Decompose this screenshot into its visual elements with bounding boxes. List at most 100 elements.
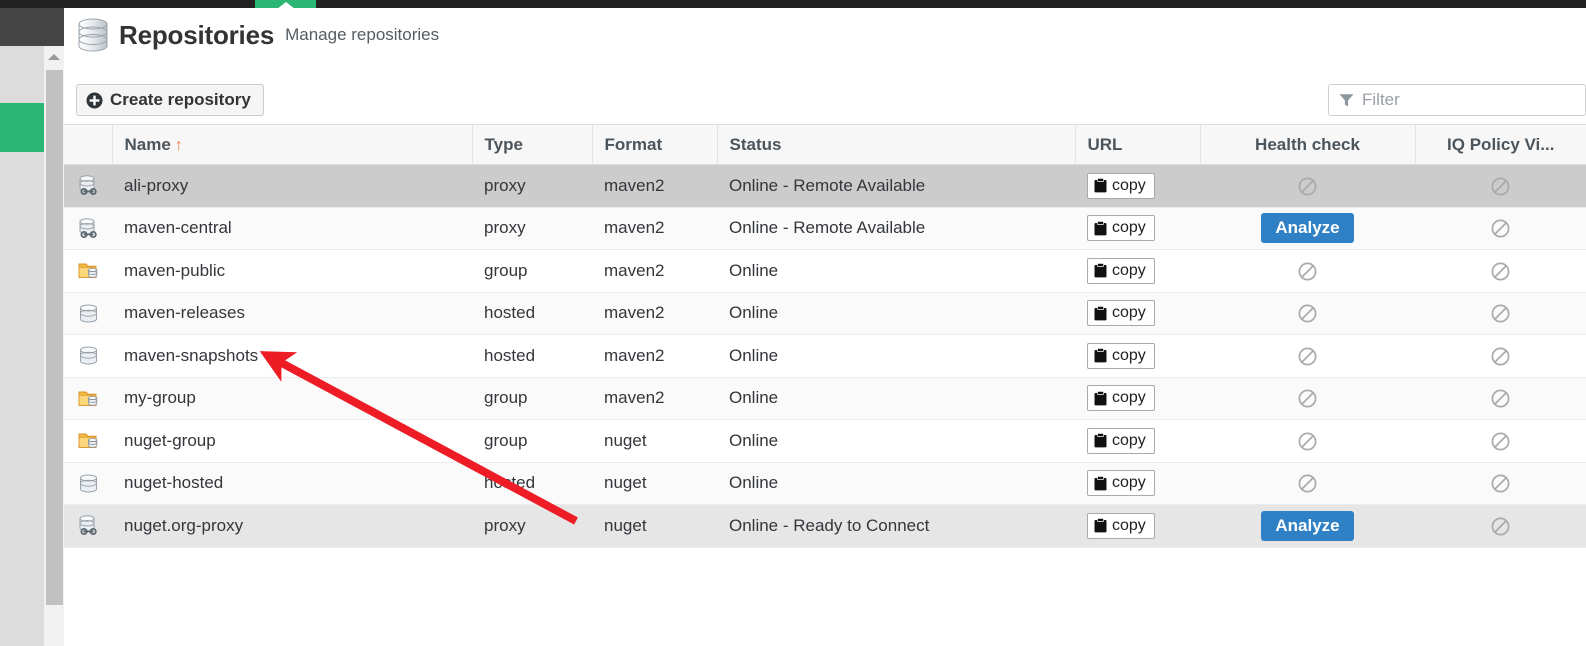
- repository-type-icon-cell: [64, 165, 112, 208]
- cell-url: copy: [1075, 462, 1200, 505]
- cell-name[interactable]: maven-public: [112, 250, 472, 293]
- repository-type-icon-cell: [64, 292, 112, 335]
- not-available-icon: [1298, 474, 1317, 493]
- cell-status: Online: [717, 250, 1075, 293]
- page-title: Repositories: [119, 22, 274, 48]
- repo-hosted-icon: [78, 473, 99, 494]
- repository-type-icon-cell: [64, 377, 112, 420]
- repositories-table: Name↑ Type Format Status URL Health chec…: [64, 124, 1586, 548]
- table-row[interactable]: maven-publicgroupmaven2Onlinecopy: [64, 250, 1586, 293]
- clipboard-icon: [1094, 476, 1107, 491]
- cell-format: maven2: [592, 292, 717, 335]
- cell-iq-policy-violations: [1415, 165, 1586, 208]
- copy-url-button[interactable]: copy: [1087, 173, 1155, 199]
- database-icon: [78, 18, 108, 52]
- cell-name[interactable]: nuget-group: [112, 420, 472, 463]
- cell-format: nuget: [592, 505, 717, 548]
- clipboard-icon: [1094, 348, 1107, 363]
- clipboard-icon: [1094, 518, 1107, 533]
- clipboard-icon: [1094, 433, 1107, 448]
- column-header-name[interactable]: Name↑: [112, 125, 472, 165]
- not-available-icon: [1491, 177, 1510, 196]
- sidebar-active-item[interactable]: [0, 103, 44, 152]
- not-available-icon: [1491, 262, 1510, 281]
- cell-name[interactable]: nuget-hosted: [112, 462, 472, 505]
- repository-type-icon-cell: [64, 462, 112, 505]
- cell-status: Online - Remote Available: [717, 165, 1075, 208]
- column-header-format[interactable]: Format: [592, 125, 717, 165]
- column-header-type[interactable]: Type: [472, 125, 592, 165]
- table-row[interactable]: nuget.org-proxyproxynugetOnline - Ready …: [64, 505, 1586, 548]
- copy-url-button[interactable]: copy: [1087, 470, 1155, 496]
- cell-iq-policy-violations: [1415, 292, 1586, 335]
- column-header-icon: [64, 125, 112, 165]
- cell-name[interactable]: nuget.org-proxy: [112, 505, 472, 548]
- scroll-up-arrow-icon[interactable]: [48, 54, 60, 60]
- not-available-icon: [1491, 389, 1510, 408]
- cell-url: copy: [1075, 335, 1200, 378]
- column-header-status[interactable]: Status: [717, 125, 1075, 165]
- cell-name[interactable]: maven-central: [112, 207, 472, 250]
- repo-proxy-icon: [78, 175, 99, 196]
- column-header-iq-policy-violations[interactable]: IQ Policy Vi...: [1415, 125, 1586, 165]
- cell-status: Online: [717, 292, 1075, 335]
- table-row[interactable]: nuget-hostedhostednugetOnlinecopy: [64, 462, 1586, 505]
- copy-url-button[interactable]: copy: [1087, 343, 1155, 369]
- not-available-icon: [1491, 347, 1510, 366]
- cell-health-check: Analyze: [1200, 207, 1415, 250]
- funnel-icon: [1339, 93, 1354, 108]
- not-available-icon: [1491, 219, 1510, 238]
- not-available-icon: [1298, 304, 1317, 323]
- copy-url-button[interactable]: copy: [1087, 513, 1155, 539]
- analyze-button[interactable]: Analyze: [1261, 511, 1353, 541]
- cell-health-check: [1200, 377, 1415, 420]
- not-available-icon: [1298, 177, 1317, 196]
- toolbar: Create repository: [64, 76, 1586, 124]
- copy-url-label: copy: [1112, 262, 1146, 280]
- cell-type: proxy: [472, 165, 592, 208]
- cell-name[interactable]: maven-snapshots: [112, 335, 472, 378]
- cell-iq-policy-violations: [1415, 505, 1586, 548]
- cell-url: copy: [1075, 420, 1200, 463]
- cell-name[interactable]: my-group: [112, 377, 472, 420]
- cell-health-check: [1200, 250, 1415, 293]
- table-row[interactable]: maven-releaseshostedmaven2Onlinecopy: [64, 292, 1586, 335]
- column-header-url[interactable]: URL: [1075, 125, 1200, 165]
- copy-url-button[interactable]: copy: [1087, 215, 1155, 241]
- cell-name[interactable]: maven-releases: [112, 292, 472, 335]
- filter-box[interactable]: [1328, 84, 1586, 116]
- app-window: Repositories Manage repositories Create …: [0, 0, 1586, 646]
- copy-url-button[interactable]: copy: [1087, 385, 1155, 411]
- cell-iq-policy-violations: [1415, 377, 1586, 420]
- table-row[interactable]: maven-centralproxymaven2Online - Remote …: [64, 207, 1586, 250]
- left-sidebar-rail[interactable]: [0, 46, 44, 646]
- cell-status: Online - Remote Available: [717, 207, 1075, 250]
- not-available-icon: [1491, 304, 1510, 323]
- copy-url-button[interactable]: copy: [1087, 428, 1155, 454]
- table-row[interactable]: maven-snapshotshostedmaven2Onlinecopy: [64, 335, 1586, 378]
- cell-url: copy: [1075, 505, 1200, 548]
- clipboard-icon: [1094, 391, 1107, 406]
- filter-input[interactable]: [1362, 90, 1577, 110]
- page-scrollbar-thumb[interactable]: [46, 70, 63, 605]
- analyze-button[interactable]: Analyze: [1261, 213, 1353, 243]
- column-header-health-check[interactable]: Health check: [1200, 125, 1415, 165]
- sort-ascending-icon: ↑: [171, 137, 183, 154]
- not-available-icon: [1298, 389, 1317, 408]
- table-row[interactable]: ali-proxyproxymaven2Online - Remote Avai…: [64, 165, 1586, 208]
- app-nav-header-block: [0, 8, 65, 46]
- cell-health-check: [1200, 462, 1415, 505]
- repositories-page: Repositories Manage repositories Create …: [64, 8, 1586, 646]
- cell-status: Online: [717, 335, 1075, 378]
- cell-url: copy: [1075, 207, 1200, 250]
- cell-name[interactable]: ali-proxy: [112, 165, 472, 208]
- table-header: Name↑ Type Format Status URL Health chec…: [64, 125, 1586, 165]
- copy-url-button[interactable]: copy: [1087, 300, 1155, 326]
- table-row[interactable]: nuget-groupgroupnugetOnlinecopy: [64, 420, 1586, 463]
- table-row[interactable]: my-groupgroupmaven2Onlinecopy: [64, 377, 1586, 420]
- create-repository-button[interactable]: Create repository: [76, 84, 264, 116]
- copy-url-label: copy: [1112, 347, 1146, 365]
- page-header: Repositories Manage repositories: [78, 18, 439, 52]
- copy-url-label: copy: [1112, 474, 1146, 492]
- copy-url-button[interactable]: copy: [1087, 258, 1155, 284]
